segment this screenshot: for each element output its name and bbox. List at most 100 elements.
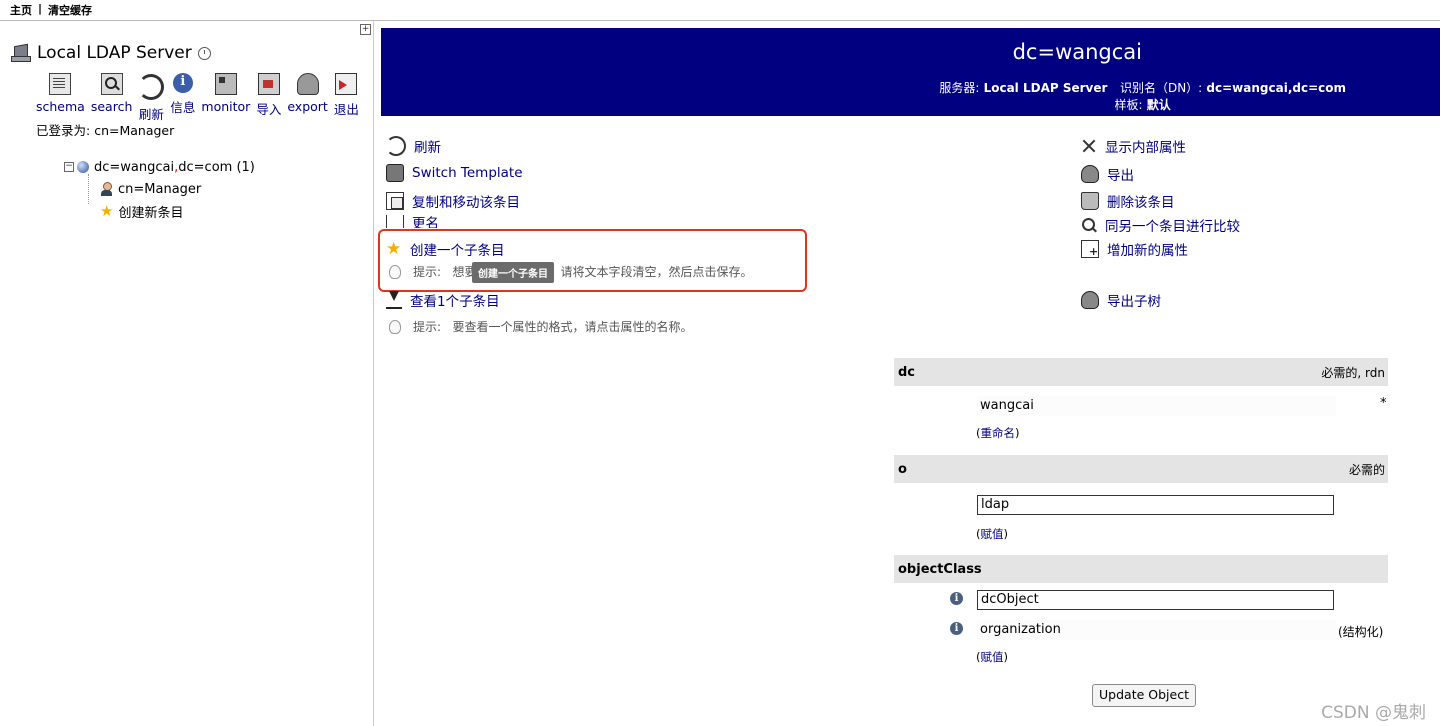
add-attribute-icon — [1081, 240, 1099, 258]
hint-label: 提示: — [413, 320, 442, 334]
trash-icon — [1081, 192, 1099, 210]
toolbar-refresh-button[interactable]: 刷新 — [138, 73, 165, 123]
copy-move-action[interactable]: 复制和移动该条目 — [386, 191, 520, 211]
tree-item-label[interactable]: 创建新条目 — [118, 202, 183, 221]
attr-name-o[interactable]: o — [898, 462, 907, 477]
toolbar-import-button[interactable]: 导入 — [256, 73, 281, 123]
delete-label[interactable]: 删除该条目 — [1107, 191, 1175, 211]
entry-title: dc=wangcai — [1012, 40, 1142, 64]
compare-icon — [1081, 217, 1097, 233]
logged-in-user: cn=Manager — [94, 123, 175, 138]
rename-link[interactable]: (重命名) — [976, 425, 1020, 441]
info-icon: i — [172, 73, 193, 93]
expand-panel-button[interactable]: + — [360, 24, 371, 35]
refresh-action[interactable]: 刷新 — [386, 136, 441, 156]
add-attribute-label[interactable]: 增加新的属性 — [1107, 239, 1188, 259]
tree-item-create-new[interactable]: ★ 创建新条目 — [64, 200, 255, 222]
server-icon — [11, 44, 31, 62]
info-icon[interactable]: i — [950, 622, 963, 635]
copy-move-label[interactable]: 复制和移动该条目 — [412, 191, 520, 211]
attr-name-objectclass[interactable]: objectClass — [898, 562, 982, 577]
toolbar-label: monitor — [201, 99, 251, 114]
left-panel: + Local LDAP Server schema search 刷新 i 信… — [6, 21, 374, 726]
highlight-box — [378, 229, 807, 292]
database-icon — [1081, 165, 1099, 183]
monitor-icon — [214, 73, 237, 95]
add-value-link-o[interactable]: (赋值) — [976, 526, 1008, 542]
ldap-tree: − dc=wangcai,dc=com (1) cn=Manager ★ 创建新… — [64, 156, 255, 222]
toolbar-search-button[interactable]: search — [90, 73, 133, 123]
entry-info: 服务器: Local LDAP Server 识别名（DN）: dc=wangc… — [939, 79, 1346, 113]
tree-item-label[interactable]: cn=Manager — [118, 182, 201, 197]
attr-name-dc[interactable]: dc — [898, 365, 915, 380]
attr-input-o[interactable]: ldap — [977, 495, 1334, 515]
rename-icon — [386, 215, 404, 228]
export-subtree-label[interactable]: 导出子树 — [1107, 290, 1161, 310]
structural-note: (结构化) — [1338, 625, 1384, 639]
rename-label[interactable]: 更名 — [412, 215, 439, 229]
add-attribute-action[interactable]: 增加新的属性 — [1081, 239, 1188, 259]
globe-icon — [77, 161, 89, 173]
view-children-action[interactable]: 查看1个子条目 — [386, 290, 500, 310]
info-icon[interactable]: i — [950, 592, 963, 605]
export-label[interactable]: 导出 — [1107, 164, 1134, 184]
rename-action[interactable]: 更名 — [386, 215, 439, 228]
switch-template-label[interactable]: Switch Template — [412, 165, 523, 181]
clock-icon[interactable] — [197, 46, 211, 60]
update-object-button[interactable]: Update Object — [1092, 684, 1196, 707]
show-internal-label[interactable]: 显示内部属性 — [1105, 136, 1186, 156]
toolbar-label: export — [287, 99, 328, 114]
home-link[interactable]: 主页 — [10, 2, 32, 18]
refresh-action-label[interactable]: 刷新 — [414, 136, 441, 156]
toolbar-schema-button[interactable]: schema — [36, 73, 85, 123]
watermark: CSDN @鬼刺 — [1321, 703, 1426, 723]
attr-required-dc: 必需的, rdn — [1321, 365, 1385, 380]
compare-entry-action[interactable]: 同另一个条目进行比较 — [1081, 215, 1240, 235]
dn-label: 识别名（DN）: — [1119, 81, 1203, 95]
switch-template-action[interactable]: Switch Template — [386, 164, 523, 182]
arrow-down-icon — [386, 291, 402, 309]
toolbar-label: search — [90, 99, 133, 114]
server-title: Local LDAP Server — [11, 43, 211, 63]
tree-root-label[interactable]: dc=wangcai,dc=com (1) — [94, 160, 255, 175]
add-value-link-objectclass[interactable]: (赋值) — [976, 649, 1008, 665]
database-icon — [1081, 291, 1099, 309]
toolbar-logout-button[interactable]: 退出 — [334, 73, 359, 123]
dn-value: dc=wangcai,dc=com — [1206, 81, 1346, 95]
show-internal-attrs-action[interactable]: 显示内部属性 — [1081, 136, 1186, 156]
template-value: 默认 — [1146, 98, 1171, 112]
tree-item-manager[interactable]: cn=Manager — [64, 178, 255, 200]
attr-required-o: 必需的 — [1348, 462, 1385, 477]
user-icon — [100, 182, 112, 196]
collapse-icon[interactable]: − — [64, 162, 74, 172]
refresh-icon — [138, 74, 165, 100]
search-icon — [100, 73, 123, 95]
attr-value-objectclass-2: organization — [977, 620, 1336, 640]
toolbar-label: schema — [36, 99, 85, 114]
server-label: 服务器: — [939, 81, 980, 95]
tree-root[interactable]: − dc=wangcai,dc=com (1) — [64, 156, 255, 204]
attr-header-o: o 必需的 — [894, 455, 1388, 483]
logged-in-status: 已登录为: cn=Manager — [36, 120, 174, 139]
export-action[interactable]: 导出 — [1081, 164, 1134, 184]
clear-cache-link[interactable]: 清空缓存 — [48, 2, 92, 18]
delete-entry-action[interactable]: 删除该条目 — [1081, 191, 1175, 211]
attr-value-dc: wangcai — [977, 396, 1336, 416]
toolbar-monitor-button[interactable]: monitor — [201, 73, 250, 123]
logout-icon — [335, 73, 358, 95]
view-children-label[interactable]: 查看1个子条目 — [410, 290, 500, 310]
attr-header-objectclass: objectClass — [894, 555, 1388, 583]
export-subtree-action[interactable]: 导出子树 — [1081, 290, 1161, 310]
tools-icon — [1081, 138, 1097, 154]
attr-input-objectclass-1[interactable]: dcObject — [977, 590, 1334, 610]
template-icon — [386, 164, 404, 182]
server-name: Local LDAP Server — [37, 43, 192, 63]
lightbulb-icon — [389, 319, 401, 334]
rdn-marker: * — [1380, 396, 1387, 411]
topbar-separator: | — [38, 2, 43, 15]
attr-header-dc: dc 必需的, rdn — [894, 358, 1388, 386]
toolbar-info-button[interactable]: i 信息 — [170, 73, 195, 123]
entry-header: dc=wangcai 服务器: Local LDAP Server 识别名（DN… — [381, 28, 1440, 116]
compare-label[interactable]: 同另一个条目进行比较 — [1105, 215, 1240, 235]
toolbar-export-button[interactable]: export — [287, 73, 328, 123]
